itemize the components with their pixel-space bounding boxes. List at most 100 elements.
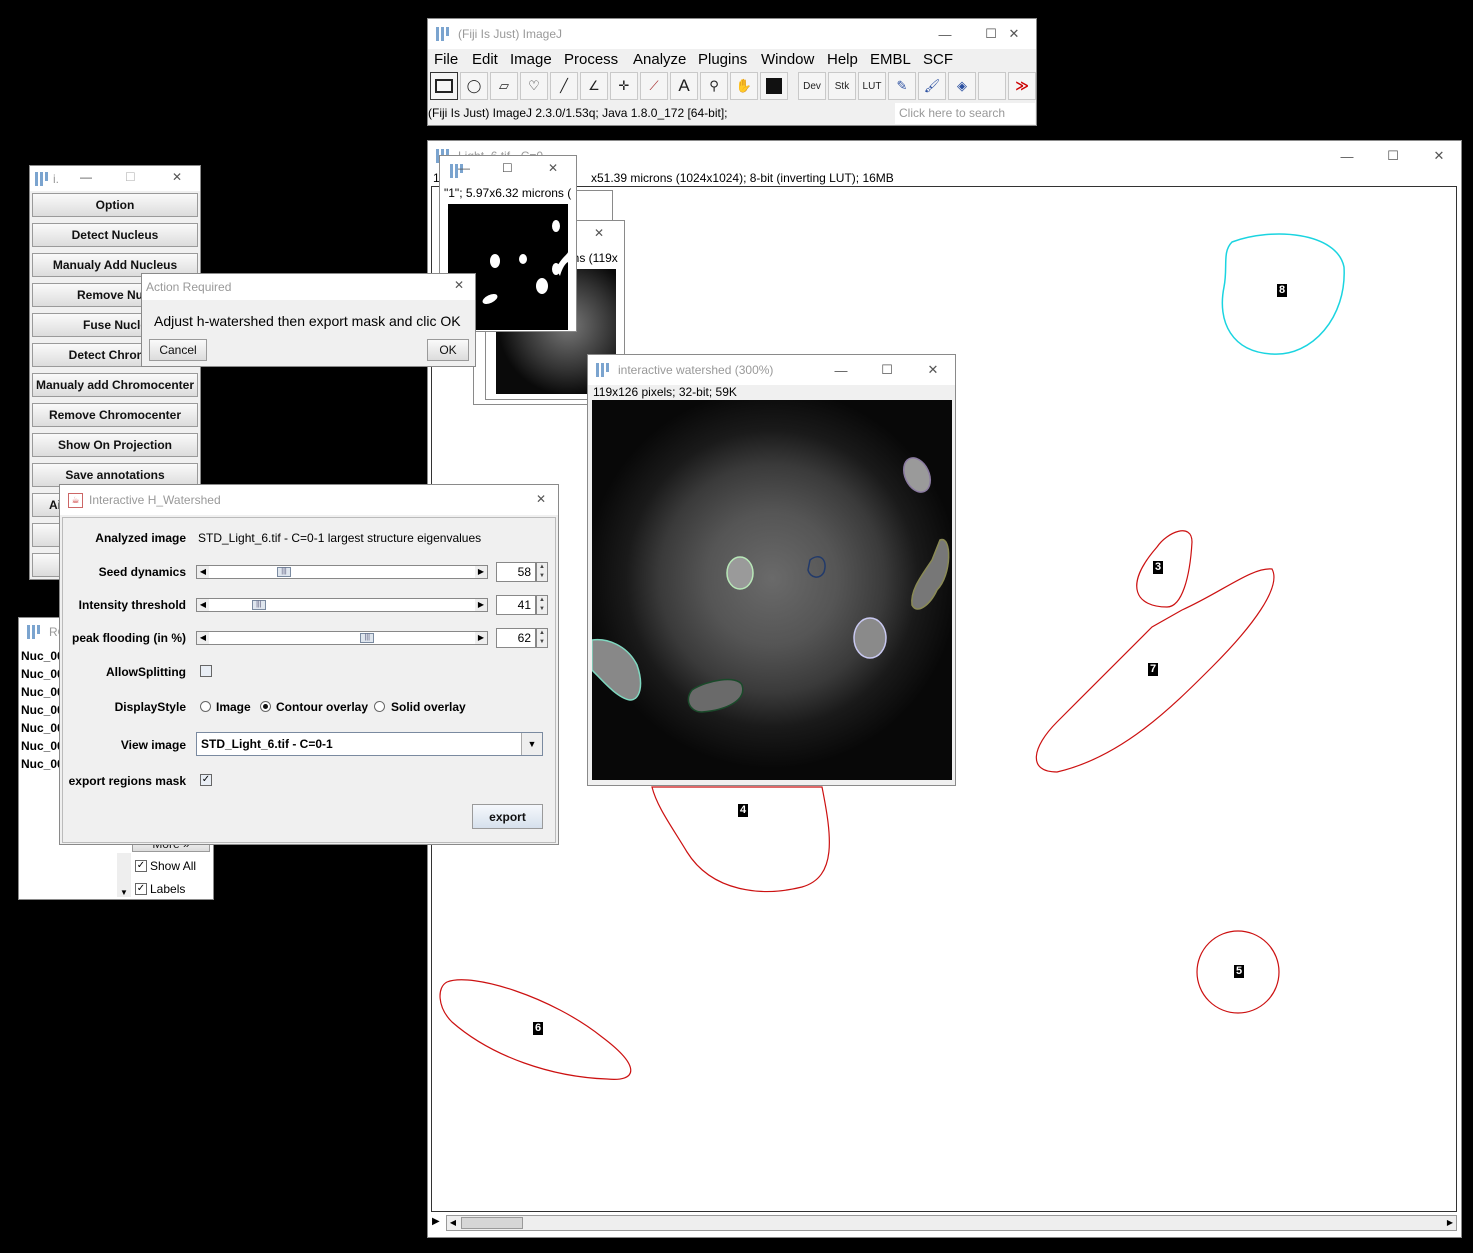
chevron-down-icon[interactable]: ▼ bbox=[521, 733, 542, 755]
slider-thumb[interactable]: ||| bbox=[251, 600, 266, 610]
list-scrollbar[interactable]: ▼ bbox=[117, 853, 131, 897]
freehand-tool[interactable]: ♡ bbox=[520, 72, 548, 100]
text-tool[interactable]: A bbox=[670, 72, 698, 100]
seed-dynamics-value[interactable]: 58 bbox=[496, 562, 536, 582]
watershed-preview-canvas[interactable] bbox=[592, 400, 952, 780]
manually-add-chromocenter-button[interactable]: Manualy add Chromocenter bbox=[32, 373, 198, 397]
pencil-tool[interactable]: ✎ bbox=[888, 72, 916, 100]
cancel-button[interactable]: Cancel bbox=[149, 339, 207, 361]
detect-nucleus-button[interactable]: Detect Nucleus bbox=[32, 223, 198, 247]
export-mask-checkbox[interactable]: ✓ bbox=[200, 774, 212, 786]
minimize-icon[interactable]: — bbox=[80, 170, 92, 184]
slider-left-icon[interactable]: ◀ bbox=[197, 599, 209, 611]
slider-right-icon[interactable]: ▶ bbox=[475, 566, 487, 578]
minimize-icon[interactable]: — bbox=[1324, 141, 1370, 171]
menu-process[interactable]: Process bbox=[564, 51, 618, 68]
maximize-icon[interactable]: ☐ bbox=[1370, 141, 1416, 171]
empty-tool-slot[interactable] bbox=[978, 72, 1006, 100]
display-solid-radio[interactable] bbox=[374, 701, 385, 712]
hwatershed-title: Interactive H_Watershed bbox=[89, 493, 221, 507]
flood-fill-tool[interactable]: ◈ bbox=[948, 72, 976, 100]
rectangle-tool[interactable] bbox=[430, 72, 458, 100]
polygon-tool[interactable]: ▱ bbox=[490, 72, 518, 100]
hand-tool[interactable]: ✋ bbox=[730, 72, 758, 100]
play-icon[interactable]: ▶ bbox=[432, 1216, 440, 1227]
display-contour-radio[interactable] bbox=[260, 701, 271, 712]
peak-flooding-value[interactable]: 62 bbox=[496, 628, 536, 648]
labels-checkbox[interactable]: ✓ bbox=[135, 883, 147, 895]
allow-splitting-checkbox[interactable] bbox=[200, 665, 212, 677]
hwatershed-titlebar[interactable]: ☕ Interactive H_Watershed bbox=[60, 485, 558, 515]
more-tools-icon[interactable]: ≫ bbox=[1008, 72, 1036, 100]
dev-tool[interactable]: Dev bbox=[798, 72, 826, 100]
slider-thumb[interactable]: ||| bbox=[360, 633, 375, 643]
action-required-dialog[interactable]: Action Required ✕ Adjust h-watershed the… bbox=[141, 273, 476, 367]
slider-thumb[interactable]: ||| bbox=[277, 567, 292, 577]
scroll-down-icon[interactable]: ▼ bbox=[117, 888, 131, 897]
menu-scf[interactable]: SCF bbox=[923, 51, 953, 68]
search-field[interactable]: Click here to search bbox=[895, 103, 1035, 124]
display-image-radio[interactable] bbox=[200, 701, 211, 712]
close-icon[interactable]: ✕ bbox=[1416, 141, 1462, 171]
brush-tool[interactable]: 🖌 bbox=[918, 72, 946, 100]
menu-embl[interactable]: EMBL bbox=[870, 51, 911, 68]
minimize-icon[interactable]: — bbox=[818, 355, 864, 385]
menu-analyze[interactable]: Analyze bbox=[633, 51, 686, 68]
show-on-projection-button[interactable]: Show On Projection bbox=[32, 433, 198, 457]
option-button[interactable]: Option bbox=[32, 193, 198, 217]
slider-right-icon[interactable]: ▶ bbox=[475, 599, 487, 611]
flood-fill-icon: ◈ bbox=[957, 78, 967, 93]
peak-flooding-slider[interactable]: ◀ ||| ▶ bbox=[196, 631, 488, 645]
remove-chromocenter-button[interactable]: Remove Chromocenter bbox=[32, 403, 198, 427]
oval-tool[interactable]: ◯ bbox=[460, 72, 488, 100]
horizontal-scrollbar[interactable]: ◀ ▶ bbox=[446, 1215, 1457, 1231]
main-image-titlebar[interactable]: Light_6.tif - C=0 bbox=[428, 141, 1461, 171]
maximize-icon[interactable]: ☐ bbox=[864, 355, 910, 385]
minimize-icon[interactable]: — bbox=[458, 161, 470, 175]
close-icon[interactable]: ✕ bbox=[454, 278, 464, 292]
action-dialog-titlebar[interactable]: Action Required bbox=[142, 274, 475, 300]
intensity-threshold-spinner[interactable]: ▲ ▼ bbox=[536, 595, 548, 615]
intensity-threshold-slider[interactable]: ◀ ||| ▶ bbox=[196, 598, 488, 612]
intensity-threshold-value[interactable]: 41 bbox=[496, 595, 536, 615]
peak-flooding-spinner[interactable]: ▲ ▼ bbox=[536, 628, 548, 648]
imagej-main-window[interactable]: (Fiji Is Just) ImageJ — ☐ ✕ File Edit Im… bbox=[427, 18, 1037, 126]
seed-dynamics-slider[interactable]: ◀ ||| ▶ bbox=[196, 565, 488, 579]
close-icon[interactable]: ✕ bbox=[910, 355, 956, 385]
menu-window[interactable]: Window bbox=[761, 51, 814, 68]
ok-button[interactable]: OK bbox=[427, 339, 469, 361]
wand-tool[interactable]: ⟋ bbox=[640, 72, 668, 100]
minimize-icon[interactable]: — bbox=[922, 19, 968, 49]
slider-left-icon[interactable]: ◀ bbox=[197, 632, 209, 644]
slider-left-icon[interactable]: ◀ bbox=[197, 566, 209, 578]
menu-edit[interactable]: Edit bbox=[472, 51, 498, 68]
point-tool[interactable]: ✛ bbox=[610, 72, 638, 100]
stk-tool[interactable]: Stk bbox=[828, 72, 856, 100]
close-icon[interactable]: ✕ bbox=[991, 19, 1037, 49]
menu-plugins[interactable]: Plugins bbox=[698, 51, 747, 68]
menu-help[interactable]: Help bbox=[827, 51, 858, 68]
menu-file[interactable]: File bbox=[434, 51, 458, 68]
slider-right-icon[interactable]: ▶ bbox=[475, 632, 487, 644]
scroll-thumb[interactable] bbox=[461, 1217, 523, 1229]
close-icon[interactable]: ✕ bbox=[548, 161, 558, 175]
close-icon[interactable]: ✕ bbox=[536, 492, 546, 506]
show-all-checkbox[interactable]: ✓ bbox=[135, 860, 147, 872]
maximize-icon[interactable]: ☐ bbox=[502, 161, 513, 175]
watershed-preview-window[interactable]: interactive watershed (300%) — ☐ ✕ 119x1… bbox=[587, 354, 956, 786]
angle-tool[interactable]: ∠ bbox=[580, 72, 608, 100]
lut-tool[interactable]: LUT bbox=[858, 72, 886, 100]
view-image-select[interactable]: STD_Light_6.tif - C=0-1 ▼ bbox=[196, 732, 543, 756]
export-button[interactable]: export bbox=[472, 804, 543, 829]
scroll-right-icon[interactable]: ▶ bbox=[1444, 1216, 1456, 1230]
close-icon[interactable]: ✕ bbox=[172, 170, 182, 184]
scroll-left-icon[interactable]: ◀ bbox=[447, 1216, 459, 1230]
maximize-icon[interactable]: ☐ bbox=[125, 170, 136, 184]
close-icon[interactable]: ✕ bbox=[594, 226, 604, 240]
magnifier-tool[interactable]: ⚲ bbox=[700, 72, 728, 100]
seed-dynamics-spinner[interactable]: ▲ ▼ bbox=[536, 562, 548, 582]
color-picker-tool[interactable] bbox=[760, 72, 788, 100]
line-tool[interactable]: ╱ bbox=[550, 72, 578, 100]
hwatershed-window[interactable]: ☕ Interactive H_Watershed ✕ Analyzed ima… bbox=[59, 484, 559, 845]
menu-image[interactable]: Image bbox=[510, 51, 552, 68]
